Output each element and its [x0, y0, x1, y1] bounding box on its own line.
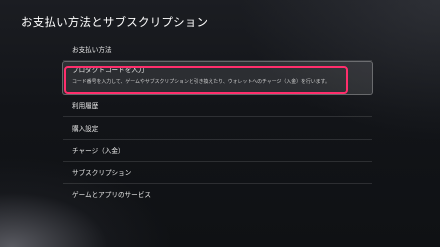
menu-item-subscriptions[interactable]: サブスクリプション: [63, 163, 372, 185]
menu-item-redeem-code[interactable]: プロダクトコードを入力 コード番号を入力して、ゲームやサブスクリプションと引き換…: [63, 62, 372, 95]
menu-item-label: チャージ（入金）: [72, 146, 125, 155]
settings-screen: お支払い方法とサブスクリプション お支払い方法 プロダクトコードを入力 コード番…: [0, 0, 440, 247]
menu-item-label: お支払い方法: [72, 46, 112, 54]
menu-item-payment-methods[interactable]: お支払い方法: [63, 40, 372, 61]
divider: [63, 116, 372, 118]
menu-item-label: サブスクリプション: [72, 169, 132, 178]
menu-item-label: 購入設定: [72, 124, 99, 133]
menu-item-description: コード番号を入力して、ゲームやサブスクリプションと引き換えたり、ウォレットへのチ…: [72, 79, 330, 86]
settings-menu: お支払い方法 プロダクトコードを入力 コード番号を入力して、ゲームやサブスクリプ…: [63, 40, 372, 208]
menu-item-label: ゲームとアプリのサービス: [72, 191, 151, 200]
page-title: お支払い方法とサブスクリプション: [21, 15, 209, 29]
divider: [63, 183, 372, 185]
menu-item-label: 利用履歴: [72, 102, 99, 111]
menu-item-transaction-history[interactable]: 利用履歴: [63, 96, 372, 118]
menu-item-add-funds[interactable]: チャージ（入金）: [63, 141, 372, 162]
divider: [63, 138, 372, 140]
divider: [63, 60, 372, 61]
menu-item-purchase-settings[interactable]: 購入設定: [63, 119, 372, 140]
divider: [63, 160, 372, 162]
menu-item-label: プロダクトコードを入力: [72, 66, 145, 75]
menu-item-game-app-services[interactable]: ゲームとアプリのサービス: [63, 185, 372, 205]
